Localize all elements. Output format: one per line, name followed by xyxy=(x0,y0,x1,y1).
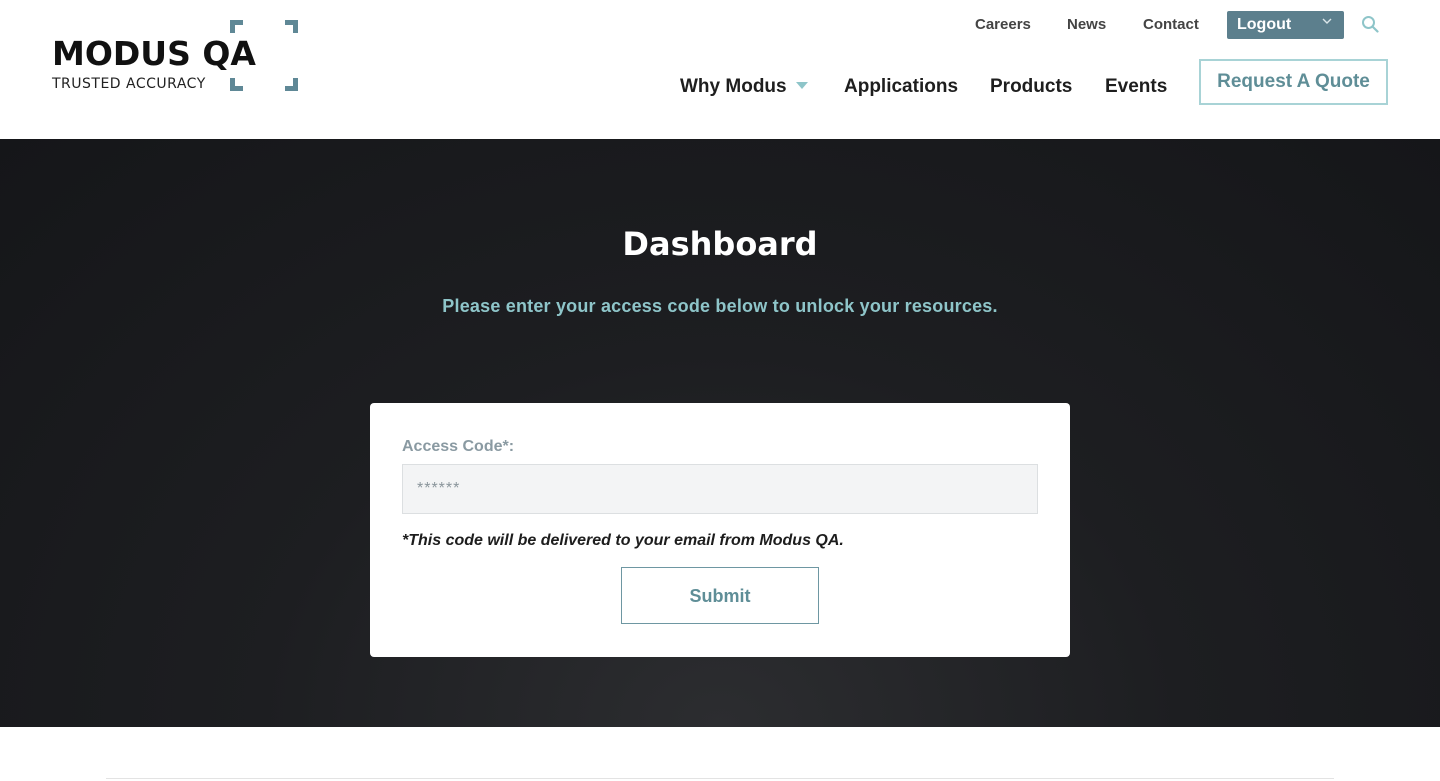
nav-events[interactable]: Events xyxy=(1105,76,1167,98)
page-title: Dashboard xyxy=(622,225,818,263)
access-code-note: *This code will be delivered to your ema… xyxy=(402,532,844,549)
logo-bracket-top-right xyxy=(285,20,298,33)
util-nav-careers[interactable]: Careers xyxy=(975,16,1031,34)
nav-products[interactable]: Products xyxy=(990,76,1072,98)
footer-divider xyxy=(106,778,1334,779)
logo-bracket-bottom-left xyxy=(230,78,243,91)
logout-label: Logout xyxy=(1237,16,1292,33)
util-nav-news[interactable]: News xyxy=(1067,16,1106,34)
dashboard-hero: Dashboard Please enter your access code … xyxy=(0,139,1440,727)
access-code-label: Access Code*: xyxy=(402,438,515,455)
nav-applications[interactable]: Applications xyxy=(844,76,958,98)
logo-wordmark: MODUS QA xyxy=(52,34,256,73)
util-nav-contact[interactable]: Contact xyxy=(1143,16,1199,34)
request-quote-button[interactable]: Request A Quote xyxy=(1199,59,1388,105)
site-header: MODUS QA TRUSTED ACCURACY Careers News C… xyxy=(0,0,1440,139)
submit-button[interactable]: Submit xyxy=(621,567,819,624)
logo-bracket-top-left xyxy=(230,20,243,33)
search-icon[interactable] xyxy=(1361,15,1379,33)
logout-button[interactable]: Logout xyxy=(1227,11,1344,39)
logo-bracket-bottom-right xyxy=(285,78,298,91)
caret-down-icon[interactable] xyxy=(796,82,808,89)
logo[interactable]: MODUS QA TRUSTED ACCURACY xyxy=(52,18,302,94)
access-code-form: Access Code*: *This code will be deliver… xyxy=(370,403,1070,657)
chevron-down-icon xyxy=(1322,18,1332,24)
nav-why-modus[interactable]: Why Modus xyxy=(680,76,787,98)
access-code-input[interactable] xyxy=(402,464,1038,514)
logo-tagline: TRUSTED ACCURACY xyxy=(52,76,206,92)
page-subtitle: Please enter your access code below to u… xyxy=(442,296,998,316)
